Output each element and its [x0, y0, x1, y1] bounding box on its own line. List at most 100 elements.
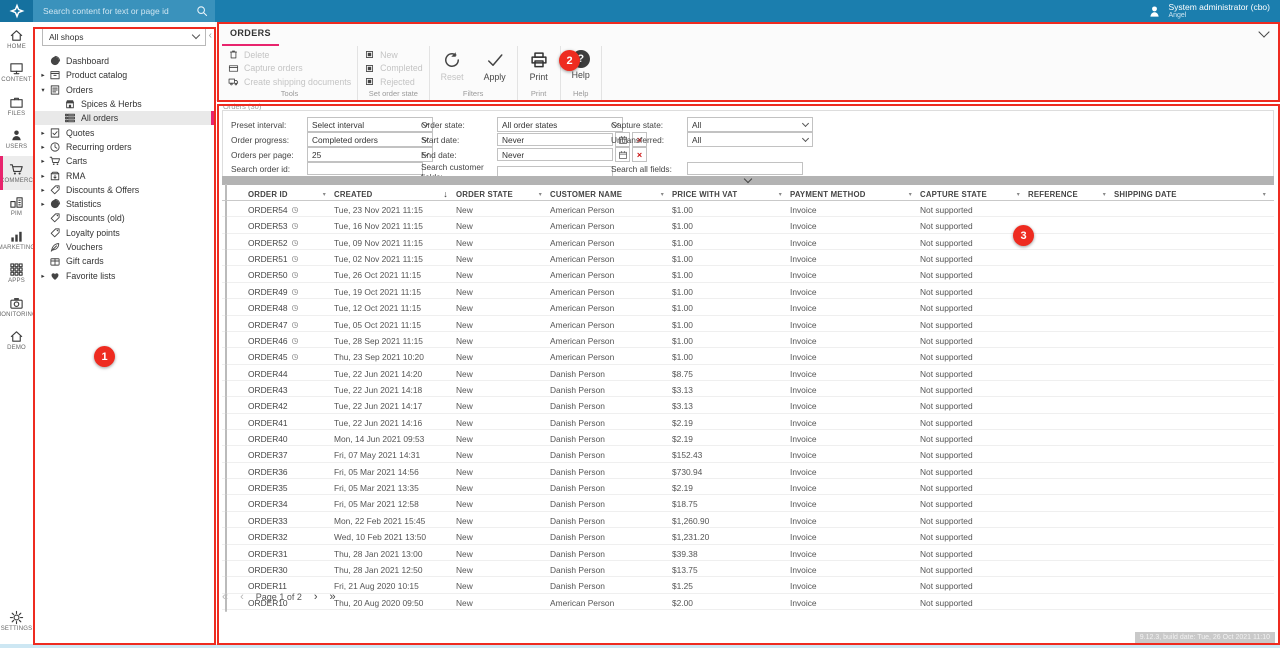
orders-per-page-select[interactable]: 25	[307, 147, 433, 162]
expander-collapsed-icon[interactable]: ▸	[39, 129, 47, 137]
column-header-reference[interactable]: REFERENCE▾	[1028, 190, 1114, 199]
rail-item-users[interactable]: USERS	[0, 123, 33, 157]
tree-item-loyalty-points[interactable]: Loyalty points	[33, 226, 215, 240]
capture-state-select[interactable]: All	[687, 117, 813, 132]
expander-collapsed-icon[interactable]: ▸	[39, 172, 47, 180]
tree-item-statistics[interactable]: ▸Statistics	[33, 197, 215, 211]
filter-caret-icon[interactable]: ▾	[909, 191, 912, 198]
sidebar-collapse-icon[interactable]: ‹	[209, 30, 212, 41]
rail-item-monitoring[interactable]: MONITORING	[0, 290, 33, 324]
print-button[interactable]: Print	[524, 48, 554, 84]
expander-collapsed-icon[interactable]: ▸	[39, 272, 47, 280]
rail-item-ecommerce[interactable]: ECOMMERCE	[0, 156, 33, 190]
filter-caret-icon[interactable]: ▾	[1103, 191, 1106, 198]
tree-item-product-catalog[interactable]: ▸Product catalog	[33, 68, 215, 82]
table-row[interactable]: ORDER30Thu, 28 Jan 2021 12:50NewDanish P…	[222, 561, 1274, 577]
dynamicweb-logo-icon[interactable]	[0, 0, 33, 22]
preset-interval-select[interactable]: Select interval	[307, 117, 433, 132]
filter-caret-icon[interactable]: ▾	[1263, 191, 1266, 198]
tree-item-rma[interactable]: ▸RMA	[33, 168, 215, 182]
rail-item-pim[interactable]: PIM	[0, 190, 33, 224]
rail-item-demo[interactable]: DEMO	[0, 324, 33, 358]
table-row[interactable]: ORDER42Tue, 22 Jun 2021 14:17NewDanish P…	[222, 397, 1274, 413]
table-row[interactable]: ORDER47Tue, 05 Oct 2021 11:15NewAmerican…	[222, 316, 1274, 332]
untransferred-select[interactable]: All	[687, 132, 813, 147]
clear-date-icon[interactable]: ×	[632, 147, 647, 162]
user-menu[interactable]: System administrator (cbo) Angel	[1147, 2, 1270, 20]
filter-caret-icon[interactable]: ▾	[323, 191, 326, 198]
expander-collapsed-icon[interactable]: ▸	[39, 186, 47, 194]
table-row[interactable]: ORDER32Wed, 10 Feb 2021 13:50NewDanish P…	[222, 528, 1274, 544]
search-icon[interactable]	[195, 4, 209, 18]
table-row[interactable]: ORDER10Thu, 20 Aug 2020 09:50NewAmerican…	[222, 594, 1274, 610]
search-input[interactable]	[33, 6, 195, 16]
table-row[interactable]: ORDER52Tue, 09 Nov 2021 11:15NewAmerican…	[222, 234, 1274, 250]
rail-item-settings[interactable]: SETTINGS	[0, 605, 33, 639]
table-row[interactable]: ORDER37Fri, 07 May 2021 14:31NewDanish P…	[222, 446, 1274, 462]
table-row[interactable]: ORDER49Tue, 19 Oct 2021 11:15NewAmerican…	[222, 283, 1274, 299]
column-header-shipping-date[interactable]: SHIPPING DATE▾	[1114, 190, 1274, 199]
filter-caret-icon[interactable]: ▾	[661, 191, 664, 198]
table-row[interactable]: ORDER50Tue, 26 Oct 2021 11:15NewAmerican…	[222, 266, 1274, 282]
rail-item-apps[interactable]: APPS	[0, 257, 33, 291]
tree-item-discounts-offers[interactable]: ▸Discounts & Offers	[33, 183, 215, 197]
expander-collapsed-icon[interactable]: ▸	[39, 143, 47, 151]
table-row[interactable]: ORDER36Fri, 05 Mar 2021 14:56NewDanish P…	[222, 463, 1274, 479]
tree-item-dashboard[interactable]: Dashboard	[33, 54, 215, 68]
start-date-input[interactable]	[497, 133, 613, 146]
tree-item-all-orders[interactable]: All orders	[33, 111, 215, 125]
column-header-order-id[interactable]: ORDER ID▾	[248, 190, 334, 199]
shop-selector[interactable]: All shops	[42, 27, 206, 46]
page-first-button[interactable]: «	[222, 592, 228, 602]
column-header-customer-name[interactable]: CUSTOMER NAME▾	[550, 190, 672, 199]
table-row[interactable]: ORDER41Tue, 22 Jun 2021 14:16NewDanish P…	[222, 414, 1274, 430]
table-row[interactable]: ORDER45Thu, 23 Sep 2021 10:20NewAmerican…	[222, 348, 1274, 364]
table-row[interactable]: ORDER40Mon, 14 Jun 2021 09:53NewDanish P…	[222, 430, 1274, 446]
order-state-select[interactable]: All order states	[497, 117, 623, 132]
filter-caret-icon[interactable]: ▾	[779, 191, 782, 198]
tree-item-orders[interactable]: ▾Orders	[33, 83, 215, 97]
calendar-icon[interactable]	[615, 147, 630, 162]
page-last-button[interactable]: »	[330, 592, 336, 602]
expander-collapsed-icon[interactable]: ▸	[39, 157, 47, 165]
rail-item-files[interactable]: FILES	[0, 89, 33, 123]
search-order-id-input[interactable]	[307, 162, 423, 175]
tree-item-vouchers[interactable]: Vouchers	[33, 240, 215, 254]
column-header-created[interactable]: CREATED↓	[334, 189, 456, 199]
tree-item-spices-herbs[interactable]: Spices & Herbs	[33, 97, 215, 111]
tree-item-recurring-orders[interactable]: ▸Recurring orders	[33, 140, 215, 154]
apply-button[interactable]: Apply	[479, 48, 511, 84]
filter-caret-icon[interactable]: ▾	[539, 191, 542, 198]
expander-collapsed-icon[interactable]: ▸	[39, 71, 47, 79]
column-header-capture-state[interactable]: CAPTURE STATE▾	[920, 190, 1028, 199]
filter-collapse-bar[interactable]	[222, 176, 1274, 185]
column-header-order-state[interactable]: ORDER STATE▾	[456, 190, 550, 199]
column-header-price-with-vat[interactable]: PRICE WITH VAT▾	[672, 190, 790, 199]
rail-item-content[interactable]: CONTENT	[0, 56, 33, 90]
table-row[interactable]: ORDER31Thu, 28 Jan 2021 13:00NewDanish P…	[222, 545, 1274, 561]
table-row[interactable]: ORDER48Tue, 12 Oct 2021 11:15NewAmerican…	[222, 299, 1274, 315]
ribbon-collapse-icon[interactable]	[1258, 26, 1269, 37]
table-row[interactable]: ORDER46Tue, 28 Sep 2021 11:15NewAmerican…	[222, 332, 1274, 348]
table-row[interactable]: ORDER53Tue, 16 Nov 2021 11:15NewAmerican…	[222, 217, 1274, 233]
rail-item-home[interactable]: HOME	[0, 22, 33, 56]
search-all-fields-input[interactable]	[687, 162, 803, 175]
tree-item-discounts-old-[interactable]: Discounts (old)	[33, 211, 215, 225]
column-header-payment-method[interactable]: PAYMENT METHOD▾	[790, 190, 920, 199]
end-date-input[interactable]	[497, 148, 613, 161]
table-row[interactable]: ORDER51Tue, 02 Nov 2021 11:15NewAmerican…	[222, 250, 1274, 266]
table-row[interactable]: ORDER34Fri, 05 Mar 2021 12:58NewDanish P…	[222, 495, 1274, 511]
expander-collapsed-icon[interactable]: ▸	[39, 200, 47, 208]
table-row[interactable]: ORDER54Tue, 23 Nov 2021 11:15NewAmerican…	[222, 201, 1274, 217]
filter-caret-icon[interactable]: ▾	[1017, 191, 1020, 198]
rail-item-marketing[interactable]: MARKETING	[0, 223, 33, 257]
table-row[interactable]: ORDER35Fri, 05 Mar 2021 13:35NewDanish P…	[222, 479, 1274, 495]
table-row[interactable]: ORDER33Mon, 22 Feb 2021 15:45NewDanish P…	[222, 512, 1274, 528]
expander-expanded-icon[interactable]: ▾	[39, 86, 47, 94]
table-row[interactable]: ORDER44Tue, 22 Jun 2021 14:20NewDanish P…	[222, 365, 1274, 381]
tree-item-gift-cards[interactable]: Gift cards	[33, 254, 215, 268]
tab-orders[interactable]: ORDERS	[222, 22, 279, 46]
tree-item-quotes[interactable]: ▸Quotes	[33, 125, 215, 139]
table-row[interactable]: ORDER43Tue, 22 Jun 2021 14:18NewDanish P…	[222, 381, 1274, 397]
tree-item-carts[interactable]: ▸Carts	[33, 154, 215, 168]
